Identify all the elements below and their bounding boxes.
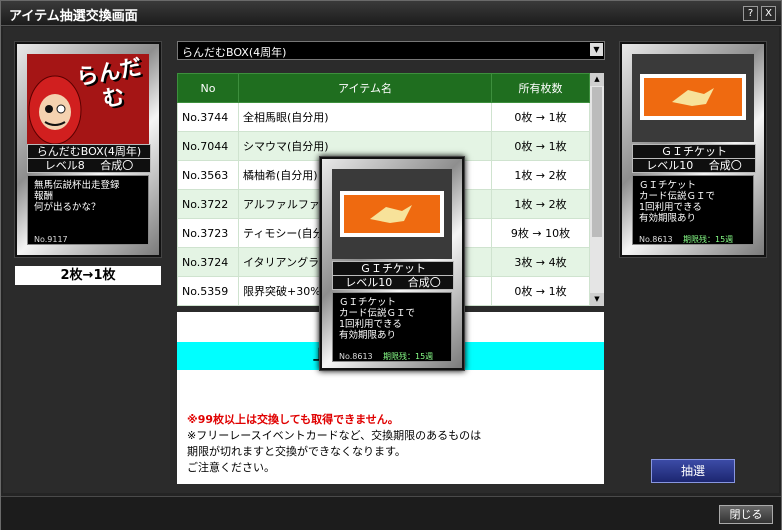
notes-line: 期限が切れますと交換ができなくなります。 xyxy=(187,445,406,458)
row-count: 0枚 → 1枚 xyxy=(491,102,590,132)
card-description: ＧＩチケット カード伝説ＧＩで 1回利用できる 有効期限あり No.8613 期… xyxy=(332,292,452,362)
row-no: No.3744 xyxy=(177,102,239,132)
card-name: らんだむBOX(4周年) xyxy=(27,144,151,159)
col-count: 所有枚数 xyxy=(491,73,590,103)
card-level-row: レベル10 合成〇 xyxy=(632,158,756,173)
notes-line: ご注意ください。 xyxy=(187,461,275,474)
ticket-art xyxy=(332,169,452,259)
desc-line: ＧＩチケット xyxy=(639,180,697,191)
card-limit: 期限残：15週 xyxy=(383,352,434,361)
scroll-down-icon[interactable]: ▼ xyxy=(590,293,604,306)
right-card[interactable]: ＧＩチケット レベル10 合成〇 ＧＩチケット カード伝説ＧＩで 1回利用できる… xyxy=(619,41,767,258)
window-title: アイテム抽選交換画面 xyxy=(9,9,138,24)
scroll-up-icon[interactable]: ▲ xyxy=(590,73,604,86)
desc-line: ＧＩチケット xyxy=(339,297,397,308)
row-count: 0枚 → 1枚 xyxy=(491,276,590,306)
ticket-art xyxy=(632,54,754,142)
draw-button[interactable]: 抽選 xyxy=(651,459,735,483)
daruma-art: らんだむ xyxy=(27,54,149,146)
row-no: No.3723 xyxy=(177,218,239,248)
desc-line: 有効期限あり xyxy=(339,330,397,341)
art-title: らんだむ xyxy=(74,54,144,113)
row-name: 全相馬眼(自分用) xyxy=(238,102,492,132)
chevron-down-icon[interactable]: ▼ xyxy=(590,43,603,56)
col-no: No xyxy=(177,73,239,103)
title-bar: アイテム抽選交換画面 ? X xyxy=(1,1,781,26)
card-combine: 合成〇 xyxy=(100,159,134,172)
close-x-button[interactable]: X xyxy=(761,6,776,21)
ticket-icon xyxy=(332,169,452,259)
card-level: レベル8 xyxy=(44,159,85,172)
notes-line: ※フリーレースイベントカードなど、交換期限のあるものは xyxy=(187,429,482,442)
card-name: ＧＩチケット xyxy=(632,144,756,159)
table-row: No.3744 全相馬眼(自分用) 0枚 → 1枚 xyxy=(177,102,590,132)
row-no: No.3724 xyxy=(177,247,239,277)
help-button[interactable]: ? xyxy=(743,6,758,21)
desc-line: カード伝説ＧＩで xyxy=(339,308,416,319)
desc-line: カード伝説ＧＩで xyxy=(639,191,716,202)
desc-line: 1回利用できる xyxy=(639,202,702,213)
desc-line: 報酬 xyxy=(34,191,54,202)
box-select-value: らんだむBOX(4周年) xyxy=(182,46,287,59)
row-count: 1枚 → 2枚 xyxy=(491,160,590,190)
desc-line: 無馬伝説杯出走登録 xyxy=(34,180,120,191)
desc-line: 有効期限あり xyxy=(639,213,697,224)
notes-warning: ※99枚以上は交換しても取得できません。 xyxy=(187,413,399,426)
card-level-row: レベル8 合成〇 xyxy=(27,158,151,173)
card-number: No.8613 xyxy=(339,352,373,361)
col-item-name: アイテム名 xyxy=(238,73,492,103)
window: アイテム抽選交換画面 ? X らんだむ らんだむBOX(4周年) レベル8 合成… xyxy=(0,0,782,530)
close-button[interactable]: 閉じる xyxy=(719,505,773,524)
row-no: No.3563 xyxy=(177,160,239,190)
card-description: ＧＩチケット カード伝説ＧＩで 1回利用できる 有効期限あり No.8613 期… xyxy=(632,175,754,245)
box-select[interactable]: らんだむBOX(4周年) ▼ xyxy=(177,41,605,60)
row-no: No.3722 xyxy=(177,189,239,219)
desc-line: 1回利用できる xyxy=(339,319,402,330)
card-level-row: レベル10 合成〇 xyxy=(332,275,454,290)
footer: 閉じる xyxy=(1,496,781,530)
row-count: 1枚 → 2枚 xyxy=(491,189,590,219)
table-scrollbar[interactable]: ▲ ▼ xyxy=(590,73,604,306)
row-count: 0枚 → 1枚 xyxy=(491,131,590,161)
desc-line: 何が出るかな？ xyxy=(34,202,101,213)
card-level: レベル10 xyxy=(345,276,393,289)
notes: ※99枚以上は交換しても取得できません。 ※フリーレースイベントカードなど、交換… xyxy=(187,412,481,476)
ticket-icon xyxy=(632,54,754,142)
row-no: No.7044 xyxy=(177,131,239,161)
card-name: ＧＩチケット xyxy=(332,261,454,276)
row-count: 3枚 → 4枚 xyxy=(491,247,590,277)
exchange-rate: 2枚→1枚 xyxy=(15,266,161,285)
card-limit: 期限残：15週 xyxy=(683,235,734,244)
scroll-thumb[interactable] xyxy=(592,87,602,237)
card-number: No.9117 xyxy=(34,235,68,244)
card-level: レベル10 xyxy=(646,159,694,172)
card-number: No.8613 xyxy=(639,235,673,244)
row-no: No.5359 xyxy=(177,276,239,306)
card-combine: 合成〇 xyxy=(407,276,441,289)
card-combine: 合成〇 xyxy=(708,159,742,172)
left-card[interactable]: らんだむ らんだむBOX(4周年) レベル8 合成〇 無馬伝説杯出走登録 報酬 … xyxy=(14,41,162,258)
row-count: 9枚 → 10枚 xyxy=(491,218,590,248)
popup-card: ＧＩチケット レベル10 合成〇 ＧＩチケット カード伝説ＧＩで 1回利用できる… xyxy=(319,156,465,371)
card-description: 無馬伝説杯出走登録 報酬 何が出るかな？ No.9117 xyxy=(27,175,149,245)
